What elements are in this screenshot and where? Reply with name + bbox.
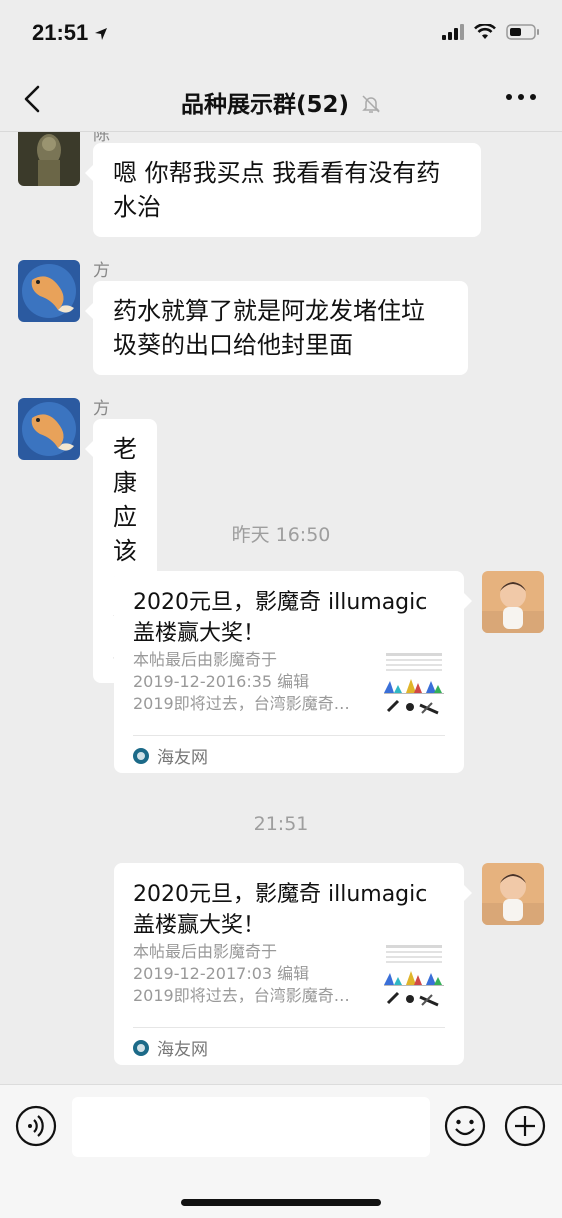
location-arrow-icon (95, 28, 107, 40)
message-line: 圾葵的出口给他封里面 (113, 331, 353, 359)
card-source: 海友网 (133, 743, 208, 768)
message-bubble[interactable]: 嗯 你帮我买点 我看看有没有药 水治 (85, 143, 481, 237)
card-title-line: 盖楼赢大奖！ (133, 621, 266, 646)
avatar[interactable] (18, 132, 80, 186)
card-title-line: 2020元旦，影魔奇 illumagic (133, 882, 428, 907)
card-thumbnail-image (380, 941, 448, 1011)
avatar-statue-image (18, 132, 80, 186)
signal-icon (442, 24, 464, 40)
input-bar (0, 1084, 562, 1218)
card-divider (133, 1027, 445, 1028)
timestamp: 昨天 16:50 (231, 524, 331, 546)
wifi-icon (474, 24, 496, 39)
avatar-baby-image (482, 571, 544, 633)
source-logo-icon (133, 1039, 149, 1056)
card-desc-line: 2019-12-2016:35 编辑 (133, 672, 310, 691)
card-desc-line: 本帖最后由影魔奇于 (133, 942, 278, 961)
card-divider (133, 735, 445, 736)
avatar[interactable] (18, 398, 80, 460)
timestamp: 21:51 (253, 813, 309, 835)
card-thumbnail-image (380, 649, 448, 719)
own-avatar[interactable] (482, 863, 544, 925)
message-line: 药水就算了就是阿龙发堵住垃 (113, 297, 425, 325)
message-bubble[interactable]: 药水就算了就是阿龙发堵住垃 圾葵的出口给他封里面 (85, 281, 468, 375)
source-logo-icon (133, 747, 149, 764)
card-desc-line: 2019即将过去，台湾影魔奇… (133, 986, 350, 1005)
card-desc-line: 本帖最后由影魔奇于 (133, 650, 278, 669)
card-title: 2020元旦，影魔奇 illumagic 盖楼赢大奖！ (133, 879, 451, 941)
battery-icon (506, 24, 539, 40)
avatar[interactable] (18, 260, 80, 322)
status-bar: 21:51 (0, 0, 562, 66)
link-card[interactable]: 2020元旦，影魔奇 illumagic 盖楼赢大奖！ 本帖最后由影魔奇于 20… (114, 571, 472, 773)
card-source-name: 海友网 (157, 748, 208, 768)
card-title-line: 盖楼赢大奖！ (133, 913, 266, 938)
voice-input-button[interactable] (15, 1105, 57, 1147)
card-desc-line: 2019-12-2017:03 编辑 (133, 964, 310, 983)
emoji-button[interactable] (444, 1105, 486, 1147)
own-avatar[interactable] (482, 571, 544, 633)
message-input[interactable] (72, 1097, 430, 1157)
home-indicator (181, 1199, 381, 1206)
card-description: 本帖最后由影魔奇于 2019-12-2017:03 编辑 2019即将过去，台湾… (133, 941, 365, 1007)
avatar-koi-image (18, 260, 80, 322)
chat-area[interactable]: 陈杰 嗯 你帮我买点 我看看有没有药 水治 方🎮 药水就算了就是阿龙发堵住垃 圾… (0, 132, 562, 1084)
message-line: 水治 (113, 193, 161, 221)
card-source: 海友网 (133, 1035, 208, 1060)
status-time: 21:51 (32, 20, 89, 45)
avatar-koi-image (18, 398, 80, 460)
link-card[interactable]: 2020元旦，影魔奇 illumagic 盖楼赢大奖！ 本帖最后由影魔奇于 20… (114, 863, 472, 1065)
nav-bar: 品种展示群(52) (0, 66, 562, 132)
card-source-name: 海友网 (157, 1040, 208, 1060)
more-actions-button[interactable] (504, 1105, 546, 1147)
card-desc-line: 2019即将过去，台湾影魔奇… (133, 694, 350, 713)
card-title: 2020元旦，影魔奇 illumagic 盖楼赢大奖！ (133, 587, 451, 649)
status-icons (442, 24, 540, 40)
more-options-button[interactable] (506, 94, 536, 100)
chat-title-text: 品种展示群(52) (180, 92, 349, 118)
chat-title: 品种展示群(52) (0, 85, 562, 119)
avatar-baby-image (482, 863, 544, 925)
card-description: 本帖最后由影魔奇于 2019-12-2016:35 编辑 2019即将过去，台湾… (133, 649, 365, 715)
card-title-line: 2020元旦，影魔奇 illumagic (133, 590, 428, 615)
mute-bell-icon (362, 95, 380, 113)
message-line: 嗯 你帮我买点 我看看有没有药 (113, 159, 441, 187)
